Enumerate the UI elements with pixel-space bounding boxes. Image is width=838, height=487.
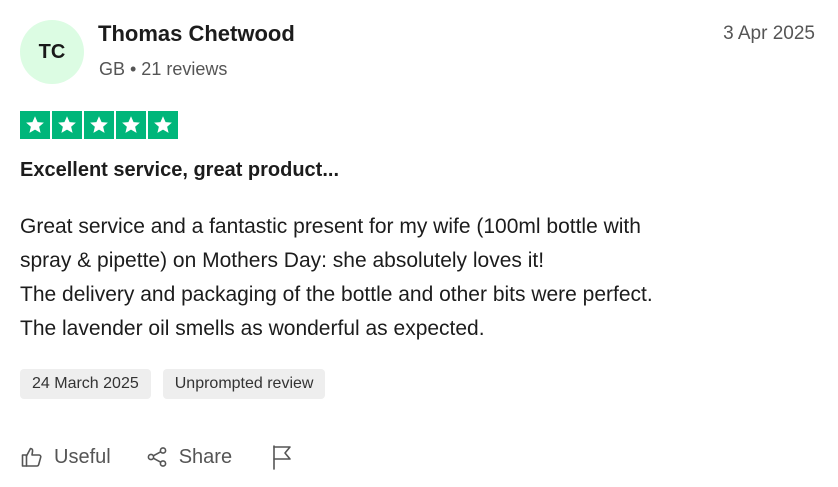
flag-icon [270,444,294,470]
reviewer-name[interactable]: Thomas Chetwood [98,21,295,47]
review-body: Great service and a fantastic present fo… [20,210,820,346]
review-tags: 24 March 2025 Unprompted review [20,369,326,399]
useful-button[interactable]: Useful [20,445,111,469]
report-flag-button[interactable] [270,444,294,470]
star-icon [148,111,178,139]
reviewer-meta: GB • 21 reviews [99,59,228,79]
share-icon [145,445,169,469]
share-label: Share [178,445,233,468]
avatar[interactable]: TC [20,20,84,84]
review-body-line: The delivery and packaging of the bottle… [20,283,653,306]
star-icon [116,111,146,139]
review-type-badge[interactable]: Unprompted review [162,369,326,399]
review-card: TC Thomas Chetwood GB • 21 reviews 3 Apr… [0,0,838,487]
review-actions: Useful Share [20,444,294,470]
star-icon [20,111,50,139]
review-body-line: The lavender oil smells as wonderful as … [20,317,485,340]
thumbs-up-icon [20,445,44,469]
star-icon [52,111,82,139]
review-title[interactable]: Excellent service, great product... [20,159,339,182]
star-icon [84,111,114,139]
star-rating [20,111,178,139]
share-button[interactable]: Share [145,445,232,469]
review-body-line: spray & pipette) on Mothers Day: she abs… [20,249,545,272]
review-date: 3 Apr 2025 [723,23,815,44]
useful-label: Useful [54,445,111,468]
review-body-line: Great service and a fantastic present fo… [20,215,641,238]
experience-date-badge: 24 March 2025 [20,369,151,399]
